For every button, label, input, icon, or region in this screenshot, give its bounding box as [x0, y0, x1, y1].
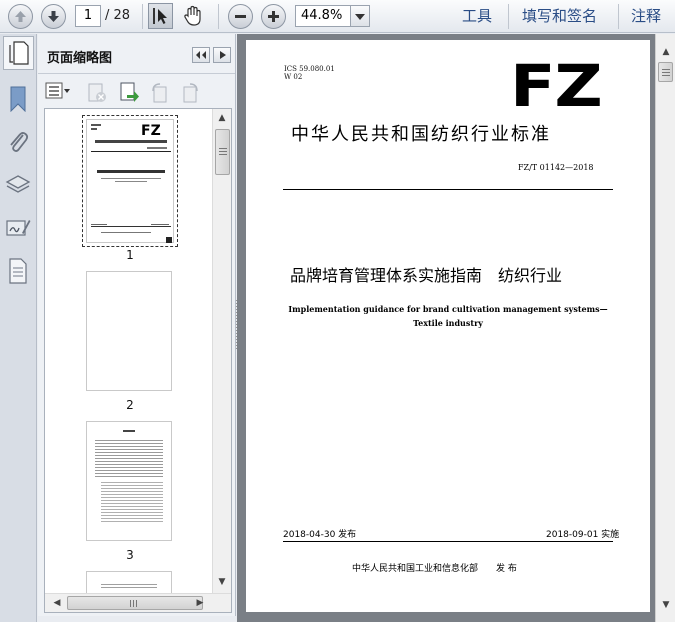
page-number-input[interactable]: 1 — [75, 5, 101, 27]
layers-icon[interactable] — [5, 174, 31, 196]
implementation-date: 2018-09-01 实施 — [546, 530, 620, 540]
select-tool-button[interactable] — [148, 3, 173, 29]
thumbnail-1-label: 1 — [126, 248, 134, 262]
thumbnail-1-logo: FZ — [141, 123, 161, 139]
double-chevron-left-icon — [196, 51, 206, 59]
standard-number: FZ/T 01142—2018 — [518, 163, 594, 172]
arrow-down-icon — [48, 11, 59, 22]
document-page: ICS 59.080.01 W 02 FZ 中华人民共和国纺织行业标准 FZ/T… — [246, 40, 650, 612]
thumbnail-page-4[interactable] — [86, 571, 172, 593]
horizontal-scroll-thumb[interactable] — [67, 596, 203, 610]
scroll-left-icon[interactable]: ◀ — [49, 595, 65, 611]
hand-icon — [184, 5, 201, 26]
rotate-counterclockwise-icon[interactable] — [149, 82, 171, 104]
plus-icon — [268, 11, 279, 22]
page-thumbnails-toggle[interactable] — [3, 36, 34, 70]
thumbnail-3-label: 3 — [126, 548, 134, 562]
thumbnail-vertical-scrollbar[interactable]: ▲ ▼ — [212, 109, 231, 593]
hand-tool-button[interactable] — [180, 3, 206, 29]
cursor-icon — [153, 8, 167, 24]
next-page-button[interactable] — [41, 4, 66, 29]
pages-icon — [9, 41, 29, 65]
bookmark-icon[interactable] — [8, 86, 28, 112]
zoom-dropdown-button[interactable] — [350, 5, 370, 27]
panel-options-button[interactable] — [213, 47, 231, 63]
footer-rule — [283, 541, 613, 542]
panel-header: 页面缩略图 — [38, 34, 235, 74]
thumbnail-page-3[interactable] — [86, 421, 172, 541]
triangle-right-icon — [220, 51, 226, 59]
thumbnail-2-label: 2 — [126, 398, 134, 412]
standard-type-title: 中华人民共和国纺织行业标准 — [291, 124, 551, 145]
zoom-level-input[interactable]: 44.8% — [295, 5, 351, 27]
thumbnail-page-2[interactable] — [86, 271, 172, 391]
publisher: 中华人民共和国工业和信息化部 发 布 — [352, 564, 517, 574]
ics-code: ICS 59.080.01 — [284, 65, 335, 73]
rotate-clockwise-icon[interactable] — [179, 82, 201, 104]
english-title-line-1: Implementation guidance for brand cultiv… — [288, 304, 608, 314]
insert-page-icon[interactable] — [118, 81, 140, 103]
panel-title: 页面缩略图 — [47, 51, 113, 66]
header-rule — [283, 189, 613, 190]
standard-logo: FZ — [510, 52, 603, 120]
navigation-rail — [0, 34, 37, 622]
page-total: / 28 — [105, 8, 131, 23]
english-title-line-2: Textile industry — [413, 318, 483, 328]
viewer-scroll-thumb[interactable] — [658, 62, 673, 82]
list-options-icon — [45, 82, 70, 99]
thumbnail-list: FZ 1 2 3 ▲ ▼ ◀ ▶ — [44, 108, 232, 613]
collapse-panel-button[interactable] — [192, 47, 210, 63]
issue-date: 2018-04-30 发布 — [283, 530, 357, 540]
delete-page-icon[interactable] — [86, 82, 108, 104]
document-main-title: 品牌培育管理体系实施指南 纺织行业 — [290, 266, 563, 285]
tools-link[interactable]: 工具 — [462, 6, 492, 26]
scroll-up-icon[interactable]: ▲ — [214, 110, 230, 126]
arrow-up-icon — [15, 11, 26, 22]
minus-icon — [235, 15, 246, 18]
previous-page-button[interactable] — [8, 4, 33, 29]
fill-and-sign-link[interactable]: 填写和签名 — [522, 6, 597, 26]
thumbnail-scroll-thumb[interactable] — [215, 129, 230, 175]
zoom-out-button[interactable] — [228, 4, 253, 29]
chevron-down-icon — [355, 14, 365, 20]
viewer-scroll-up-icon[interactable]: ▲ — [658, 44, 674, 60]
thumbnail-options-menu[interactable] — [45, 82, 71, 102]
document-icon[interactable] — [7, 258, 29, 284]
ccs-code: W 02 — [284, 73, 303, 81]
scroll-down-icon[interactable]: ▼ — [214, 574, 230, 590]
viewer-scroll-down-icon[interactable]: ▼ — [658, 597, 674, 613]
main-toolbar: 1 / 28 44.8% 工具 填写和签名 注释 — [0, 0, 675, 33]
thumbnail-page-1[interactable]: FZ — [86, 119, 174, 243]
zoom-in-button[interactable] — [261, 4, 286, 29]
attachment-icon[interactable] — [7, 129, 29, 155]
comment-link[interactable]: 注释 — [631, 6, 661, 26]
viewer-vertical-scrollbar[interactable]: ▲ ▼ — [655, 34, 675, 622]
signature-icon[interactable] — [5, 217, 31, 239]
scroll-right-icon[interactable]: ▶ — [192, 595, 208, 611]
thumbnail-horizontal-scrollbar[interactable]: ◀ ▶ — [45, 593, 231, 612]
